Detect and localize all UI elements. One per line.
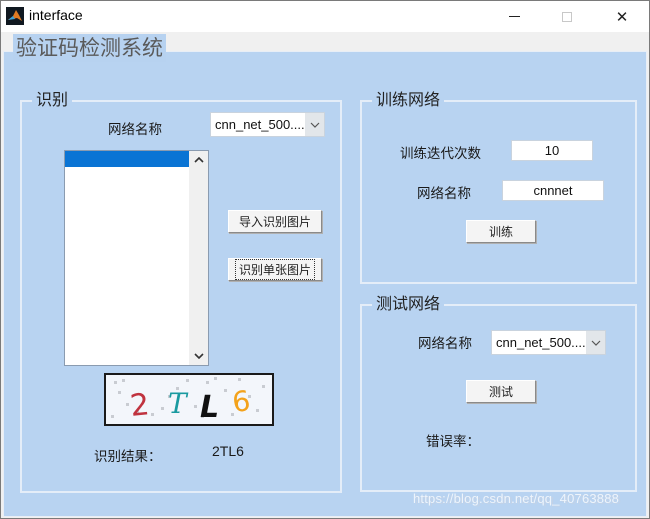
training-group: 训练网络 训练迭代次数 10 网络名称 cnnnet 训练: [360, 88, 637, 284]
recognition-network-label: 网络名称: [108, 122, 162, 138]
close-icon: ✕: [615, 8, 629, 26]
train-button-label: 训练: [488, 225, 513, 239]
recognition-group: 识别 网络名称 cnn_net_500.... 导入识别图片 识别单张图片 2 …: [20, 88, 342, 493]
testing-group: 测试网络 网络名称 cnn_net_500.... 测试 错误率：: [360, 292, 637, 492]
test-button[interactable]: 测试: [466, 380, 536, 403]
minimize-button[interactable]: [491, 1, 537, 32]
title-bar: interface ✕: [1, 1, 649, 32]
list-item-selected[interactable]: [65, 151, 189, 167]
maximize-icon: [562, 11, 572, 22]
captcha-char-3: L: [200, 390, 219, 424]
matlab-icon: [6, 7, 24, 25]
captcha-image: 2 T L 6: [104, 373, 274, 426]
captcha-char-2: T: [168, 387, 189, 420]
test-button-label: 测试: [488, 385, 513, 399]
testing-network-select-value: cnn_net_500....: [496, 335, 586, 350]
window-title: interface: [29, 7, 83, 23]
chevron-down-icon: [586, 331, 605, 354]
maximize-button[interactable]: [544, 1, 590, 32]
testing-network-select[interactable]: cnn_net_500....: [491, 330, 606, 355]
app-title: 验证码检测系统: [13, 34, 166, 62]
training-iterations-label: 训练迭代次数: [400, 146, 481, 162]
close-button[interactable]: ✕: [599, 1, 645, 32]
app-window: interface ✕ 验证码检测系统 识别 网络名称 cnn_net_500.…: [0, 0, 650, 519]
recognize-single-image-button-label: 识别单张图片: [234, 259, 315, 280]
recognition-network-select-value: cnn_net_500....: [215, 117, 305, 132]
recognition-network-select[interactable]: cnn_net_500....: [210, 112, 325, 137]
image-listbox[interactable]: [64, 150, 209, 366]
chevron-down-icon: [305, 113, 324, 136]
recognition-result-value: 2TL6: [212, 443, 244, 459]
captcha-char-4: 6: [230, 384, 252, 419]
listbox-scrollbar[interactable]: [189, 151, 208, 365]
recognition-result-label: 识别结果：: [94, 449, 162, 465]
testing-group-label: 测试网络: [372, 292, 445, 316]
recognition-group-label: 识别: [32, 88, 73, 112]
watermark: https://blog.csdn.net/qq_40763888: [413, 491, 620, 506]
training-network-name-input[interactable]: cnnnet: [502, 180, 604, 201]
minimize-icon: [508, 16, 520, 17]
training-network-label: 网络名称: [417, 186, 471, 202]
recognize-single-image-button[interactable]: 识别单张图片: [228, 258, 322, 281]
captcha-char-1: 2: [128, 387, 151, 424]
scroll-up-button[interactable]: [189, 151, 208, 169]
import-image-button-label: 导入识别图片: [238, 215, 311, 229]
import-image-button[interactable]: 导入识别图片: [228, 210, 322, 233]
error-rate-label: 错误率：: [426, 434, 480, 450]
testing-network-label: 网络名称: [418, 336, 472, 352]
main-panel: 识别 网络名称 cnn_net_500.... 导入识别图片 识别单张图片 2 …: [3, 51, 647, 517]
train-button[interactable]: 训练: [466, 220, 536, 243]
scroll-down-button[interactable]: [189, 347, 208, 365]
chevron-down-icon: [193, 353, 204, 359]
chevron-up-icon: [193, 157, 204, 163]
training-iterations-input[interactable]: 10: [511, 140, 593, 161]
training-group-label: 训练网络: [372, 88, 445, 112]
